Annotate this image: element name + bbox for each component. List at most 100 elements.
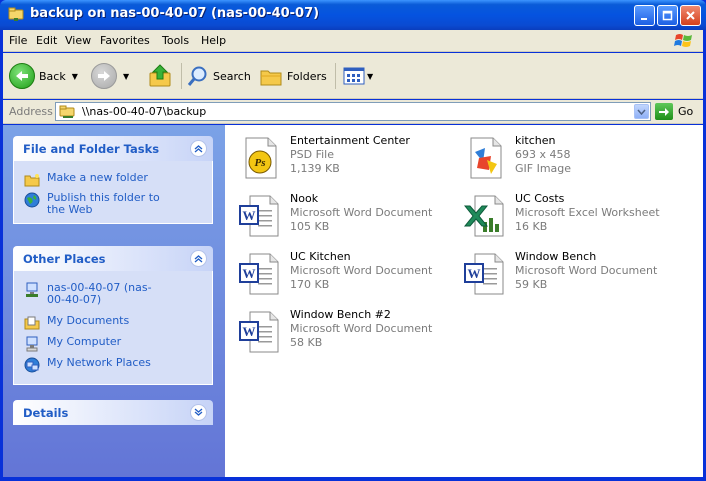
file-item[interactable]: W Window Bench #2 Microsoft Word Documen… [230,306,440,360]
task-label: My Network Places [47,356,151,369]
other-places-header[interactable]: Other Places [13,246,213,271]
back-label: Back [39,69,66,83]
svg-text:Ps: Ps [255,157,266,169]
search-label: Search [213,69,251,83]
up-button[interactable] [147,61,173,91]
file-size: 59 KB [515,278,548,291]
menu-edit[interactable]: Edit [36,34,57,47]
network-folder-icon [8,7,24,21]
back-button[interactable]: Back ▼ [9,61,78,91]
svg-text:W: W [468,266,481,281]
panel-title: Details [23,406,69,420]
collapse-chevron-icon[interactable] [190,140,207,157]
views-button[interactable]: ▼ [343,61,373,91]
toolbar-separator [181,63,182,89]
file-name: UC Kitchen [290,250,351,263]
other-places-panel: Other Places nas-00-40-07 (nas-00-40-07) [13,246,213,385]
place-my-network-places[interactable]: My Network Places [24,357,151,373]
details-header[interactable]: Details [13,400,213,425]
file-size: 58 KB [290,336,323,349]
file-folder-tasks-panel: File and Folder Tasks Make a new folder [13,136,213,224]
psd-file-icon: Ps [245,137,277,179]
go-arrow-icon [655,103,673,120]
folders-icon [260,70,282,86]
search-button[interactable]: Search [187,61,251,91]
maximize-button[interactable] [657,5,678,26]
details-panel: Details [13,400,213,425]
address-text: \\nas-00-40-07\backup [82,105,207,118]
place-my-documents[interactable]: My Documents [24,315,129,331]
file-item[interactable]: Ps Entertainment Center PSD File 1,139 K… [230,132,440,186]
search-icon [187,66,207,86]
folders-button[interactable]: Folders [259,61,327,91]
word-document-icon: W [464,253,504,295]
file-type: Microsoft Word Document [290,206,433,219]
menu-help[interactable]: Help [201,34,226,47]
word-document-icon: W [239,253,279,295]
menu-file[interactable]: File [9,34,27,47]
views-icon [343,67,365,85]
go-label: Go [678,105,694,118]
file-size: 170 KB [290,278,330,291]
task-label: Publish this folder to the Web [47,191,160,216]
file-item[interactable]: W Window Bench Microsoft Word Document 5… [455,248,665,302]
task-label: Make a new folder [47,171,148,184]
file-item[interactable]: UC Costs Microsoft Excel Worksheet 16 KB [455,190,665,244]
title-bar[interactable]: backup on nas-00-40-07 (nas-00-40-07) [0,0,706,30]
toolbar-separator [335,63,336,89]
menu-view[interactable]: View [65,34,91,47]
expand-chevron-icon[interactable] [190,404,207,421]
file-name: UC Costs [515,192,565,205]
network-folder-icon [59,105,75,118]
svg-text:W: W [243,208,256,223]
file-type: GIF Image [515,162,572,175]
file-name: Window Bench [515,250,597,263]
file-type: Microsoft Word Document [515,264,658,277]
svg-text:W: W [243,266,256,281]
maximize-icon [662,10,673,21]
menu-tools[interactable]: Tools [162,34,189,47]
file-size: 105 KB [290,220,330,233]
chevron-down-icon[interactable]: ▼ [123,72,129,81]
chevron-down-icon[interactable]: ▼ [367,72,373,81]
make-new-folder-task[interactable]: Make a new folder [24,172,148,188]
file-type: Microsoft Word Document [290,322,433,335]
windows-logo-icon [674,34,692,47]
address-dropdown-button[interactable] [634,104,649,119]
address-input[interactable]: \\nas-00-40-07\backup [55,102,651,121]
menu-favorites[interactable]: Favorites [100,34,150,47]
other-places-body: nas-00-40-07 (nas-00-40-07) My Documents [13,271,213,385]
file-type: Microsoft Excel Worksheet [515,206,660,219]
file-size: 1,139 KB [290,162,340,175]
file-dimensions: 693 x 458 [515,148,571,161]
folder-up-icon [149,64,171,87]
forward-arrow-icon [91,63,117,89]
globe-icon [24,192,40,208]
place-nas[interactable]: nas-00-40-07 (nas-00-40-07) [24,282,164,306]
file-item[interactable]: W Nook Microsoft Word Document 105 KB [230,190,440,244]
chevron-down-icon[interactable]: ▼ [72,72,78,81]
go-button[interactable]: Go [655,103,693,120]
my-documents-icon [24,316,40,330]
excel-worksheet-icon [463,195,504,237]
window-bottom-border [0,477,706,481]
file-name: Entertainment Center [290,134,410,147]
word-document-icon: W [239,195,279,237]
file-type: PSD File [290,148,334,161]
network-places-icon [24,357,40,373]
file-size: 16 KB [515,220,548,233]
close-button[interactable] [680,5,701,26]
svg-text:W: W [243,324,256,339]
explorer-window: backup on nas-00-40-07 (nas-00-40-07) Fi… [0,0,706,481]
file-folder-tasks-header[interactable]: File and Folder Tasks [13,136,213,161]
publish-folder-task[interactable]: Publish this folder to the Web [24,192,174,216]
minimize-button[interactable] [634,5,655,26]
file-list: Ps Entertainment Center PSD File 1,139 K… [225,125,703,477]
forward-button[interactable]: ▼ [91,61,129,91]
file-item[interactable]: kitchen 693 x 458 GIF Image [455,132,665,186]
file-item[interactable]: W UC Kitchen Microsoft Word Document 170… [230,248,440,302]
panel-title: File and Folder Tasks [23,142,160,156]
window-title: backup on nas-00-40-07 (nas-00-40-07) [30,6,320,21]
place-my-computer[interactable]: My Computer [24,336,121,352]
collapse-chevron-icon[interactable] [190,250,207,267]
